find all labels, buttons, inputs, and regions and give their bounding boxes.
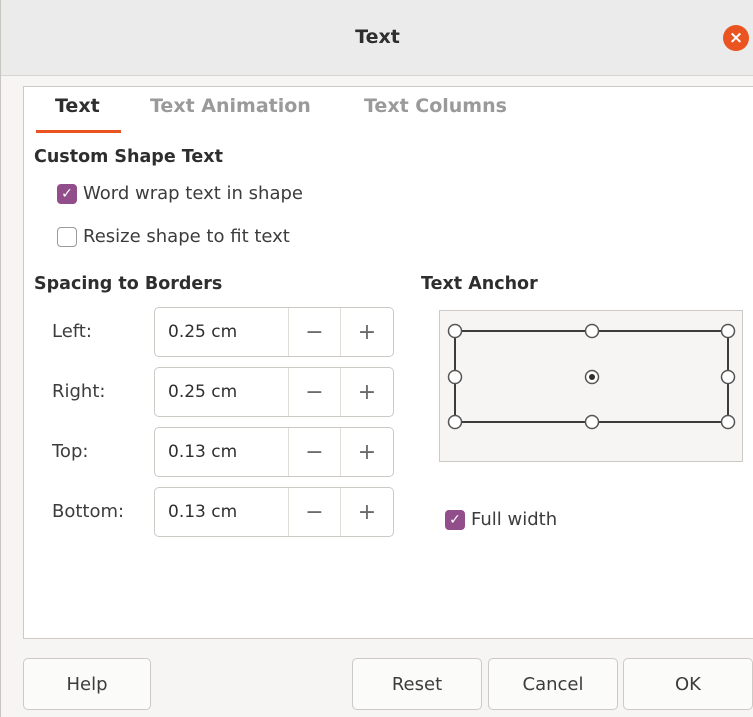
title-bar: Text × (1, 0, 753, 76)
right-increase-button[interactable]: + (341, 368, 393, 416)
left-label: Left: (52, 321, 92, 342)
resize-option[interactable]: Resize shape to fit text (57, 226, 290, 247)
text-anchor-heading: Text Anchor (421, 274, 538, 294)
bottom-spacing-input[interactable]: 0.13 cm (155, 488, 289, 536)
checkmark-icon: ✓ (61, 185, 73, 202)
top-decrease-button[interactable]: − (289, 428, 341, 476)
minus-icon: − (305, 439, 324, 465)
word-wrap-label: Word wrap text in shape (83, 183, 303, 204)
right-decrease-button[interactable]: − (289, 368, 341, 416)
bottom-spin: 0.13 cm − + (154, 487, 394, 537)
full-width-checkbox[interactable]: ✓ (445, 509, 465, 530)
spacing-heading: Spacing to Borders (34, 274, 223, 294)
top-increase-button[interactable]: + (341, 428, 393, 476)
dialog-title: Text (355, 26, 400, 48)
anchor-bottom-left[interactable] (447, 414, 463, 430)
plus-icon: + (357, 439, 377, 465)
minus-icon: − (305, 379, 324, 405)
tab-panel: Text Text Animation Text Columns Custom … (23, 86, 753, 639)
right-spin: 0.25 cm − + (154, 367, 394, 417)
plus-icon: + (357, 379, 377, 405)
tab-text-columns[interactable]: Text Columns (364, 95, 507, 117)
anchor-top-center[interactable] (584, 323, 600, 339)
bottom-increase-button[interactable]: + (341, 488, 393, 536)
minus-icon: − (305, 499, 324, 525)
active-tab-indicator (36, 130, 121, 133)
tab-text-animation[interactable]: Text Animation (150, 95, 311, 117)
left-increase-button[interactable]: + (341, 308, 393, 356)
reset-button[interactable]: Reset (352, 658, 482, 710)
custom-shape-heading: Custom Shape Text (34, 147, 223, 167)
plus-icon: + (357, 499, 377, 525)
close-button[interactable]: × (723, 25, 749, 51)
checkmark-icon: ✓ (449, 511, 461, 528)
bottom-label: Bottom: (52, 501, 125, 522)
anchor-top-right[interactable] (720, 323, 736, 339)
minus-icon: − (305, 319, 324, 345)
left-decrease-button[interactable]: − (289, 308, 341, 356)
help-button[interactable]: Help (23, 658, 151, 710)
right-label: Right: (52, 381, 106, 402)
anchor-selected-dot (589, 374, 595, 380)
left-spacing-input[interactable]: 0.25 cm (155, 308, 289, 356)
anchor-top-left[interactable] (447, 323, 463, 339)
full-width-option[interactable]: ✓ Full width (445, 509, 557, 530)
anchor-bottom-center[interactable] (584, 414, 600, 430)
anchor-middle-left[interactable] (447, 369, 463, 385)
tab-text[interactable]: Text (55, 95, 100, 117)
close-icon: × (728, 28, 744, 48)
text-dialog: Text × Text Text Animation Text Columns … (0, 0, 753, 717)
anchor-middle-right[interactable] (720, 369, 736, 385)
plus-icon: + (357, 319, 377, 345)
ok-button[interactable]: OK (623, 658, 753, 710)
anchor-bottom-right[interactable] (720, 414, 736, 430)
top-spacing-input[interactable]: 0.13 cm (155, 428, 289, 476)
bottom-decrease-button[interactable]: − (289, 488, 341, 536)
text-anchor-selector (439, 310, 743, 462)
resize-label: Resize shape to fit text (83, 226, 290, 247)
anchor-grid (447, 323, 736, 430)
left-spin: 0.25 cm − + (154, 307, 394, 357)
cancel-button[interactable]: Cancel (488, 658, 618, 710)
right-spacing-input[interactable]: 0.25 cm (155, 368, 289, 416)
full-width-label: Full width (471, 509, 558, 530)
resize-checkbox[interactable] (57, 226, 77, 247)
top-spin: 0.13 cm − + (154, 427, 394, 477)
top-label: Top: (52, 441, 89, 462)
word-wrap-option[interactable]: ✓ Word wrap text in shape (57, 183, 303, 204)
word-wrap-checkbox[interactable]: ✓ (57, 183, 77, 204)
